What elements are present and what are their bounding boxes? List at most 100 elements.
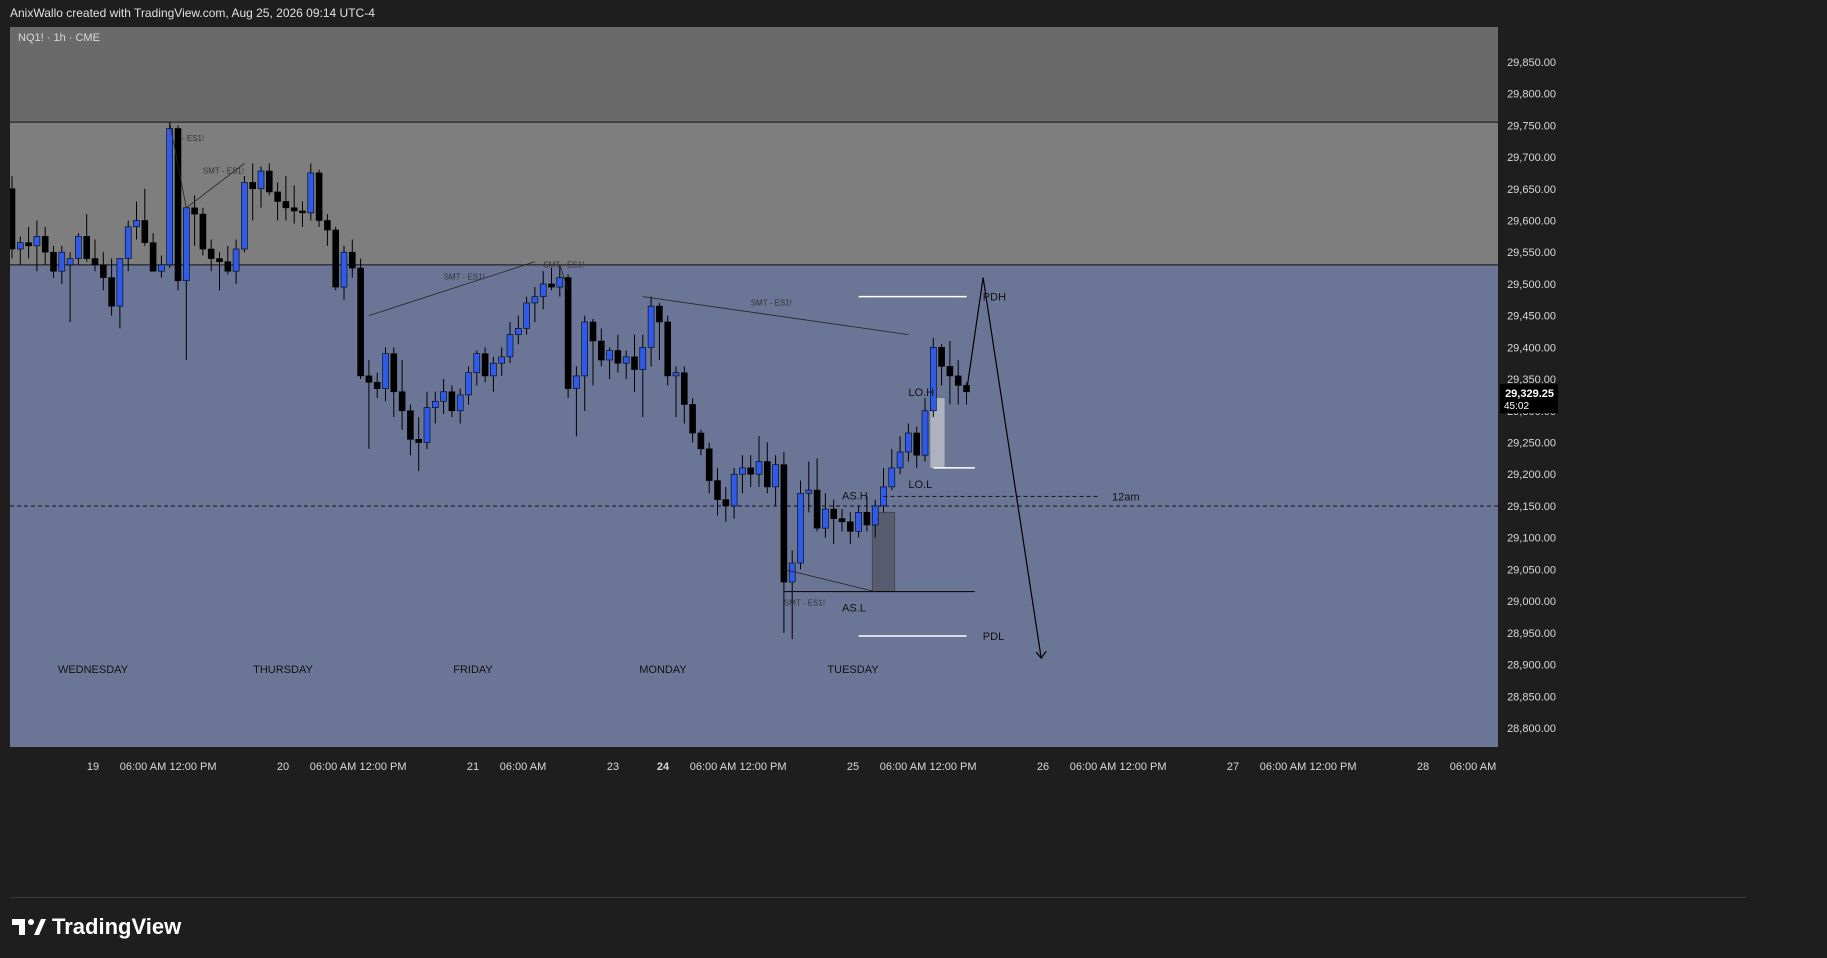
candle-body [149,242,157,272]
candle-body [755,461,763,475]
day-label: WEDNESDAY [58,664,129,676]
candle-body [390,353,398,393]
candle-body [398,391,406,412]
candle-body [772,464,779,488]
candle-body [573,375,580,389]
time-tick-label: 06:00 AM [1260,761,1306,773]
asia-low-label: AS.L [842,603,866,615]
candle-body [431,400,439,408]
time-tick-label: 19 [87,761,99,773]
time-tick-label: 06:00 AM [120,761,166,773]
candle-body [224,261,232,272]
premium-zone [10,27,1498,123]
candle-body [597,340,605,361]
candle-body [365,375,373,383]
time-tick-label: 12:00 PM [1309,761,1356,773]
candle-body [348,251,356,269]
price-tick-label: 28,950.00 [1507,628,1556,640]
time-tick-label: 12:00 PM [169,761,216,773]
time-tick-label: 23 [607,761,619,773]
candle-body [813,489,821,529]
candle-body [357,267,364,377]
smt-label-2: SMT - ES1! [203,166,244,175]
time-tick-label: 06:00 AM [310,761,356,773]
candle-body [797,492,804,564]
candle-body [315,172,323,221]
candle-body [290,207,298,212]
day-label: THURSDAY [253,664,313,676]
time-tick-label: 12:00 PM [359,761,406,773]
candle-body [133,220,140,228]
candle-body [863,511,871,526]
price-tick-label: 29,550.00 [1507,247,1556,259]
candle-body [672,372,680,377]
candle-body [108,277,115,307]
pdh-label: PDH [983,292,1006,304]
candle-body [697,432,705,450]
candle-body [249,182,256,190]
candle-body [946,366,954,377]
candle-body [473,353,481,374]
candle-body [116,258,124,307]
candle-body [498,356,506,364]
candle-body [299,210,306,214]
candle-body [41,236,49,253]
candle-body [448,391,456,412]
candle-body [523,302,530,329]
time-tick-label: 06:00 AM [880,761,926,773]
candle-body [805,489,813,494]
candle-body [124,226,132,259]
time-tick-label: 12:00 PM [1119,761,1166,773]
candle-body [614,350,622,364]
price-tick-label: 29,050.00 [1507,564,1556,576]
tradingview-icon [12,919,46,935]
smt-label-3: SMT - ES1! [444,273,485,282]
london-low-label: LO.L [908,479,932,491]
candle-body [514,328,522,335]
candle-body [265,170,273,193]
candle-body [846,521,854,532]
candle-body [207,248,215,259]
candle-body [17,242,24,250]
time-tick-label: 27 [1227,761,1239,773]
price-tick-label: 29,500.00 [1507,279,1556,291]
candle-body [664,321,672,377]
candle-body [481,353,489,377]
candle-body [714,480,721,500]
time-tick-label: 06:00 AM [1070,761,1116,773]
candle-body [564,277,572,389]
tradingview-logo[interactable]: TradingView [12,914,181,940]
candle-body [780,464,788,583]
price-tick-label: 29,200.00 [1507,469,1556,481]
time-tick-label: 20 [277,761,289,773]
candle-body [954,375,962,386]
brand-name: TradingView [52,914,182,939]
chart-canvas[interactable]: NQ1! · 1h · CME - ES1! SMT - ES1! SMT - ES1… [10,27,1746,897]
candle-body [257,170,265,190]
candle-body [440,391,447,402]
price-tick-label: 28,850.00 [1507,691,1556,703]
bar-countdown: 45:02 [1504,401,1529,412]
day-label: TUESDAY [827,664,879,676]
chart-frame[interactable]: NQ1! · 1h · CME - ES1! SMT - ES1! SMT - ES1… [10,27,1746,898]
price-tick-label: 29,100.00 [1507,533,1556,545]
candle-body [938,347,945,367]
candle-body [141,220,149,243]
day-label: MONDAY [639,664,687,676]
smt-label-1: - ES1! [182,134,204,143]
candle-body [75,236,82,259]
candle-body [589,321,597,342]
candle-body [506,334,514,358]
candle-body [622,356,630,364]
candle-body [788,562,796,583]
candle-body [456,394,464,412]
price-tick-label: 29,700.00 [1507,152,1556,164]
candle-body [913,432,921,456]
time-tick-label: 25 [847,761,859,773]
london-high-label: LO.H [908,387,934,399]
candle-body [307,172,315,214]
candle-body [680,372,688,405]
candle-body [921,410,929,456]
candle-body [871,505,879,526]
candle-body [465,372,472,396]
